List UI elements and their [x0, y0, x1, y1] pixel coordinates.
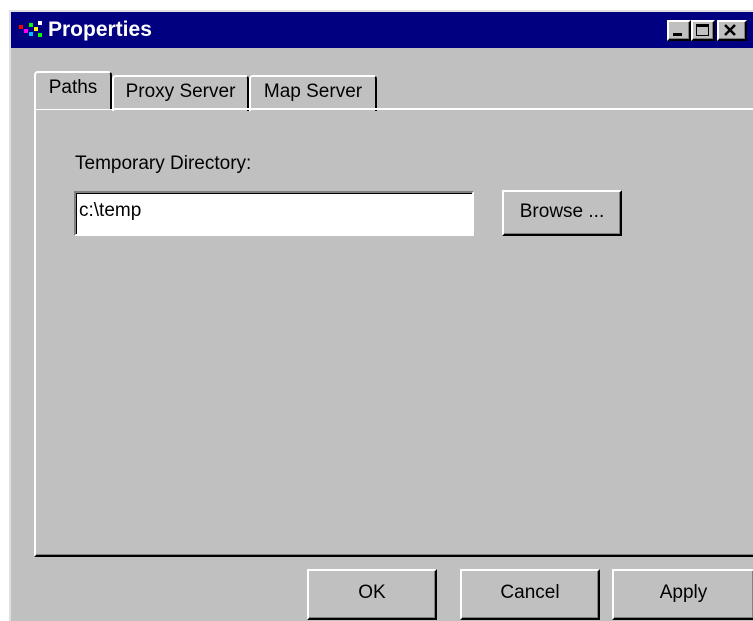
cancel-button[interactable]: Cancel — [460, 569, 600, 620]
apply-button[interactable]: Apply — [612, 569, 753, 620]
temp-dir-label: Temporary Directory: — [75, 153, 252, 174]
minimize-icon — [673, 33, 682, 36]
temp-dir-input[interactable]: c:\temp — [74, 191, 474, 236]
minimize-button[interactable] — [667, 20, 691, 41]
maximize-icon — [696, 24, 709, 36]
app-icon — [19, 21, 42, 37]
tab-label: Paths — [48, 77, 98, 98]
tab-proxy-server[interactable]: Proxy Server — [112, 75, 249, 111]
properties-window: Properties Paths Proxy Server Map Server… — [9, 10, 753, 621]
title-bar[interactable]: Properties — [11, 12, 753, 48]
ok-button[interactable]: OK — [307, 569, 437, 620]
window-title: Properties — [48, 18, 152, 41]
maximize-button[interactable] — [691, 20, 715, 41]
tab-label: Proxy Server — [125, 81, 236, 102]
close-button[interactable] — [717, 20, 747, 41]
tab-map-server[interactable]: Map Server — [249, 75, 377, 111]
tab-label: Map Server — [263, 81, 363, 102]
browse-button[interactable]: Browse ... — [502, 190, 622, 236]
tab-paths[interactable]: Paths — [34, 71, 112, 109]
close-icon — [724, 24, 736, 36]
